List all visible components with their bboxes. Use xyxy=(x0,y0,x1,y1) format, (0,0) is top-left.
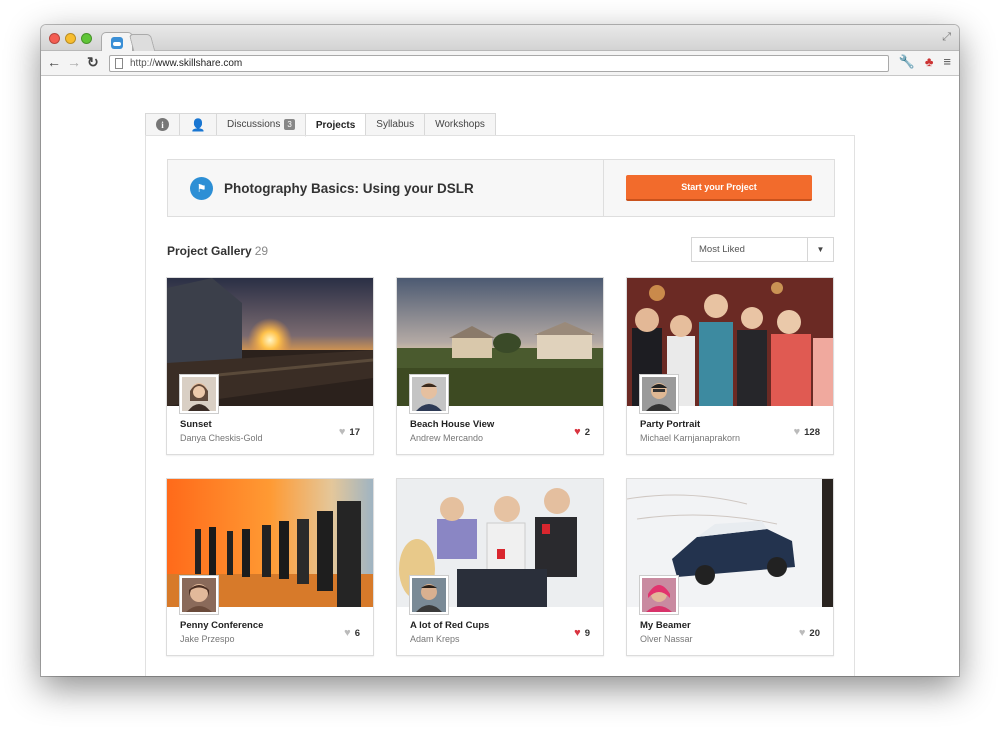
project-author[interactable]: Michael Karnjanaprakorn xyxy=(640,433,740,443)
wrench-icon[interactable]: 🔧 xyxy=(899,54,915,70)
avatar[interactable] xyxy=(410,375,448,413)
avatar[interactable] xyxy=(180,576,218,614)
tab-people[interactable]: 👤 xyxy=(179,113,216,136)
info-icon: i xyxy=(156,118,169,131)
project-title[interactable]: Beach House View xyxy=(410,419,494,430)
avatar[interactable] xyxy=(410,576,448,614)
discussions-count-badge: 3 xyxy=(284,119,295,130)
project-title[interactable]: Party Portrait xyxy=(640,419,700,430)
browser-tab[interactable] xyxy=(101,32,133,52)
project-author[interactable]: Olver Nassar xyxy=(640,634,693,644)
page-icon xyxy=(115,58,123,69)
project-card[interactable]: A lot of Red Cups Adam Kreps ♥ 9 xyxy=(396,478,604,656)
like-count[interactable]: ♥ 6 xyxy=(344,627,360,639)
forward-arrow-icon[interactable]: → xyxy=(67,54,81,71)
avatar[interactable] xyxy=(640,576,678,614)
skillshare-favicon-icon xyxy=(111,36,123,49)
project-title[interactable]: Sunset xyxy=(180,419,212,430)
browser-toolbar: ← → ↻ http://www.skillshare.com 🔧 ♣ ≡ xyxy=(41,51,959,76)
class-tabs: i 👤 Discussions 3 Projects Syllabus Work… xyxy=(145,113,496,137)
project-card[interactable]: Beach House View Andrew Mercando ♥ 2 xyxy=(396,277,604,455)
like-count-value: 20 xyxy=(809,627,820,639)
gallery-count: 29 xyxy=(254,244,269,258)
tab-workshops[interactable]: Workshops xyxy=(424,113,496,136)
project-card[interactable]: Sunset Danya Cheskis-Gold ♥ 17 xyxy=(166,277,374,455)
close-window-button[interactable] xyxy=(49,33,60,44)
project-author[interactable]: Jake Przespo xyxy=(180,634,235,644)
tab-syllabus[interactable]: Syllabus xyxy=(365,113,425,136)
extension-icon[interactable]: ♣ xyxy=(925,54,934,70)
like-count-value: 9 xyxy=(584,627,590,639)
zoom-window-button[interactable] xyxy=(81,33,92,44)
sort-dropdown[interactable]: Most Liked ▼ xyxy=(691,237,834,262)
class-title: Photography Basics: Using your DSLR xyxy=(224,180,474,196)
url-protocol: http:// xyxy=(130,58,156,69)
like-count[interactable]: ♥ 9 xyxy=(574,627,590,639)
gallery-title: Project Gallery xyxy=(167,244,252,258)
project-title[interactable]: Penny Conference xyxy=(180,620,263,631)
project-author[interactable]: Andrew Mercando xyxy=(410,433,483,443)
avatar[interactable] xyxy=(640,375,678,413)
back-arrow-icon[interactable]: ← xyxy=(47,54,61,71)
heart-icon[interactable]: ♥ xyxy=(799,627,806,639)
project-title[interactable]: A lot of Red Cups xyxy=(410,620,489,631)
browser-window: ⤢ ← → ↻ http://www.skillshare.com 🔧 ♣ ≡ … xyxy=(41,25,959,676)
tab-info[interactable]: i xyxy=(145,113,179,136)
tab-discussions-label: Discussions xyxy=(227,119,281,130)
heart-icon[interactable]: ♥ xyxy=(344,627,351,639)
title-bar: ⤢ xyxy=(41,25,959,52)
like-count-value: 128 xyxy=(804,426,820,438)
banner-action: Start your Project xyxy=(603,160,834,216)
like-count[interactable]: ♥ 128 xyxy=(794,426,820,438)
address-bar[interactable]: http://www.skillshare.com xyxy=(109,55,889,72)
fullscreen-icon[interactable]: ⤢ xyxy=(942,31,951,44)
heart-icon[interactable]: ♥ xyxy=(339,426,346,438)
like-count-value: 6 xyxy=(354,627,360,639)
sort-selected: Most Liked xyxy=(699,244,745,255)
project-author[interactable]: Adam Kreps xyxy=(410,634,460,644)
menu-icon[interactable]: ≡ xyxy=(943,54,951,70)
project-title[interactable]: My Beamer xyxy=(640,620,691,631)
projects-panel: ⚑ Photography Basics: Using your DSLR St… xyxy=(145,135,855,676)
like-count[interactable]: ♥ 2 xyxy=(574,426,590,438)
start-project-button[interactable]: Start your Project xyxy=(626,175,812,201)
tab-workshops-label: Workshops xyxy=(435,119,485,130)
heart-icon[interactable]: ♥ xyxy=(794,426,801,438)
like-count[interactable]: ♥ 20 xyxy=(799,627,820,639)
tab-projects[interactable]: Projects xyxy=(304,113,366,137)
banner-heading: ⚑ Photography Basics: Using your DSLR xyxy=(168,160,603,216)
project-card[interactable]: Party Portrait Michael Karnjanaprakorn ♥… xyxy=(626,277,834,455)
heart-icon[interactable]: ♥ xyxy=(574,627,581,639)
flag-icon: ⚑ xyxy=(190,176,213,200)
gallery-heading: Project Gallery 29 xyxy=(167,244,268,258)
tab-projects-label: Projects xyxy=(315,119,356,131)
project-banner: ⚑ Photography Basics: Using your DSLR St… xyxy=(167,159,835,217)
tab-syllabus-label: Syllabus xyxy=(376,119,415,130)
avatar[interactable] xyxy=(180,375,218,413)
like-count-value: 2 xyxy=(584,426,590,438)
project-author[interactable]: Danya Cheskis-Gold xyxy=(180,433,263,443)
like-count-value: 17 xyxy=(349,426,360,438)
user-add-icon: 👤 xyxy=(190,117,206,132)
window-controls xyxy=(49,33,92,44)
tab-discussions[interactable]: Discussions 3 xyxy=(216,113,305,136)
browser-tools: 🔧 ♣ ≡ xyxy=(899,54,951,70)
like-count[interactable]: ♥ 17 xyxy=(339,426,360,438)
page-content: i 👤 Discussions 3 Projects Syllabus Work… xyxy=(41,77,959,676)
project-card[interactable]: My Beamer Olver Nassar ♥ 20 xyxy=(626,478,834,656)
minimize-window-button[interactable] xyxy=(65,33,76,44)
heart-icon[interactable]: ♥ xyxy=(574,426,581,438)
caret-down-icon[interactable]: ▼ xyxy=(807,238,833,261)
new-tab-button[interactable] xyxy=(128,34,156,51)
url-host: www.skillshare.com xyxy=(155,58,243,69)
reload-icon[interactable]: ↻ xyxy=(87,54,99,71)
project-card[interactable]: Penny Conference Jake Przespo ♥ 6 xyxy=(166,478,374,656)
